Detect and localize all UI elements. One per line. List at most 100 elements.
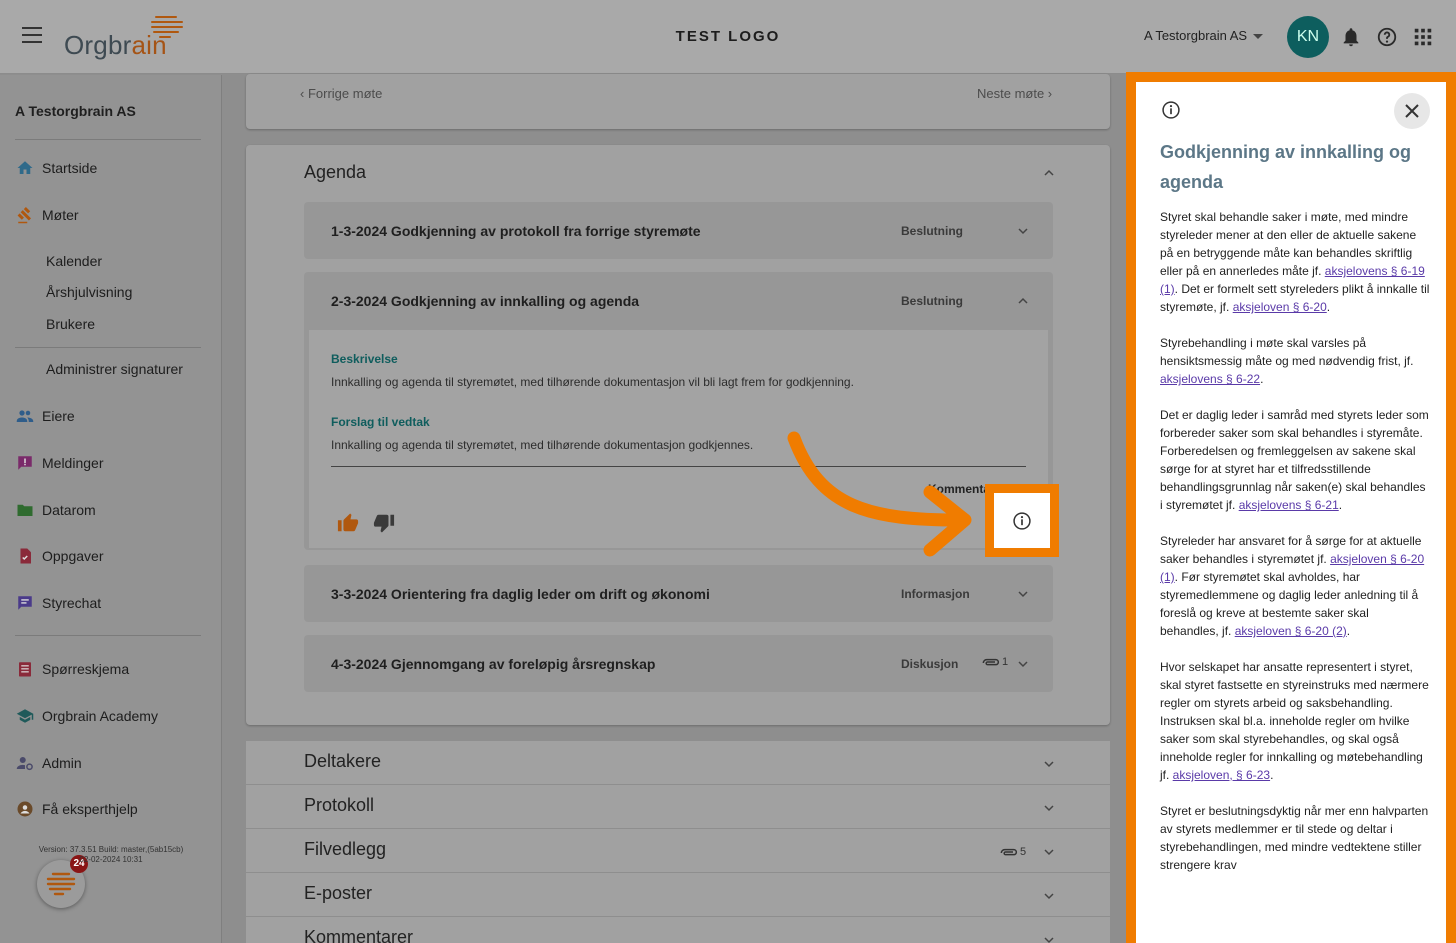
- sidebar-item-kalender[interactable]: Kalender: [46, 253, 102, 269]
- sidebar-item-eiere[interactable]: Eiere: [16, 407, 75, 425]
- sidebar-item-startside[interactable]: Startside: [16, 159, 97, 177]
- panel-body: Styret skal behandle saker i møte, med m…: [1160, 208, 1430, 892]
- info-icon[interactable]: [1012, 511, 1032, 531]
- apps-grid-icon[interactable]: [1412, 26, 1434, 48]
- attachment-icon: [982, 658, 1000, 666]
- description-heading: Beskrivelse: [331, 352, 398, 366]
- panel-paragraph: Styreleder har ansvaret for å sørge for …: [1160, 534, 1425, 638]
- sidebar-item-styrechat[interactable]: Styrechat: [16, 594, 101, 612]
- next-meeting-link[interactable]: Neste møte ›: [977, 86, 1052, 101]
- sidebar-item-brukere[interactable]: Brukere: [46, 316, 95, 332]
- section-label: Deltakere: [304, 751, 382, 771]
- agenda-item-type: Beslutning: [901, 224, 963, 238]
- law-link[interactable]: aksjelovens § 6-22: [1160, 372, 1260, 386]
- sidebar-item-admin[interactable]: Admin: [16, 754, 82, 772]
- section-filvedlegg[interactable]: Filvedlegg 5: [246, 829, 1110, 873]
- message-alert-icon: [18, 456, 32, 470]
- panel-paragraph: Hvor selskapet har ansatte representert …: [1160, 660, 1429, 782]
- section-deltakere[interactable]: Deltakere: [246, 741, 1110, 785]
- info-button-highlight[interactable]: [985, 484, 1059, 557]
- divider: [15, 347, 201, 348]
- sidebar-item-datarom[interactable]: Datarom: [16, 501, 96, 519]
- chevron-down-icon[interactable]: [1044, 935, 1054, 943]
- gavel-icon: [17, 206, 31, 224]
- law-link[interactable]: aksjeloven, § 6-23: [1173, 768, 1270, 782]
- chevron-down-icon[interactable]: [1044, 803, 1054, 813]
- info-icon: [1162, 101, 1180, 119]
- chevron-up-icon[interactable]: [1018, 296, 1028, 306]
- chevron-down-icon[interactable]: [1044, 847, 1054, 857]
- task-icon: [20, 548, 31, 564]
- law-link[interactable]: aksjelovens § 6-21: [1239, 498, 1339, 512]
- chevron-down-icon[interactable]: [1018, 589, 1028, 599]
- sidebar-item-academy[interactable]: Orgbrain Academy: [16, 707, 158, 725]
- version-info: Version: 37.3.51 Build: master,(5ab15cb)…: [38, 845, 184, 864]
- admin-settings-icon: [16, 757, 33, 771]
- panel-paragraph: Det er daglig leder i samråd med styrets…: [1160, 408, 1429, 512]
- law-link[interactable]: aksjeloven § 6-20 (2): [1235, 624, 1347, 638]
- thumbs-down-icon[interactable]: [373, 512, 395, 534]
- section-label: Filvedlegg: [304, 839, 387, 859]
- meeting-nav-card: [246, 74, 1110, 129]
- sidebar: A Testorgbrain AS Startside Møter Kalend…: [0, 75, 222, 943]
- top-bar: Orgbrain TEST LOGO A Testorgbrain AS KN: [0, 0, 1456, 74]
- sidebar-item-ekspert[interactable]: Få eksperthjelp: [16, 800, 138, 818]
- agenda-item-title: 1-3-2024 Godkjenning av protokoll fra fo…: [331, 223, 701, 239]
- sidebar-org-name: A Testorgbrain AS: [15, 103, 136, 119]
- school-icon: [16, 709, 34, 723]
- agenda-heading: Agenda: [304, 162, 367, 182]
- sidebar-item-sporreskjema[interactable]: Spørreskjema: [16, 660, 129, 678]
- chevron-down-icon[interactable]: [1018, 226, 1028, 236]
- home-icon: [17, 161, 33, 174]
- divider: [15, 139, 201, 140]
- agenda-item[interactable]: 3-3-2024 Orientering fra daglig leder om…: [304, 565, 1053, 622]
- section-eposter[interactable]: E-poster: [246, 873, 1110, 917]
- panel-paragraph: Styret skal behandle saker i møte, med m…: [1160, 210, 1430, 314]
- agenda-item-title[interactable]: 2-3-2024 Godkjenning av innkalling og ag…: [331, 293, 639, 309]
- caret-down-icon: [1253, 34, 1264, 40]
- sidebar-item-signaturer[interactable]: Administrer signaturer: [46, 361, 183, 377]
- proposal-heading: Forslag til vedtak: [331, 415, 430, 429]
- agenda-item-title: 3-3-2024 Orientering fra daglig leder om…: [331, 586, 710, 602]
- chevron-up-icon[interactable]: [1044, 168, 1054, 178]
- section-label: Kommentarer: [304, 927, 414, 943]
- survey-icon: [19, 662, 31, 677]
- proposal-text: Innkalling og agenda til styremøtet, med…: [331, 438, 754, 452]
- help-icon[interactable]: [1376, 26, 1398, 48]
- attachment-count: 5: [1020, 846, 1027, 858]
- sidebar-item-moter[interactable]: Møter: [16, 206, 79, 224]
- section-kommentarer[interactable]: Kommentarer: [246, 917, 1110, 943]
- chat-icon: [18, 596, 32, 610]
- agenda-item[interactable]: 4-3-2024 Gjennomgang av foreløpig årsreg…: [304, 635, 1053, 692]
- section-label: E-poster: [304, 883, 373, 903]
- description-text: Innkalling og agenda til styremøtet, med…: [331, 375, 854, 389]
- chevron-down-icon[interactable]: [1018, 659, 1028, 669]
- agenda-item-type: Beslutning: [901, 294, 963, 308]
- attachment-count: 1: [1002, 656, 1009, 668]
- close-button[interactable]: [1394, 93, 1430, 129]
- divider: [15, 635, 201, 636]
- org-selector[interactable]: A Testorgbrain AS: [1144, 28, 1264, 43]
- panel-paragraph: Styrebehandling i møte skal varsles på h…: [1160, 336, 1414, 386]
- people-icon: [16, 410, 34, 422]
- previous-meeting-link[interactable]: ‹ Forrige møte: [300, 86, 382, 101]
- attachment-icon: [1000, 848, 1018, 856]
- agenda-item-type: Diskusjon: [901, 657, 959, 671]
- panel-paragraph: Styret er beslutningsdyktig når mer enn …: [1160, 804, 1429, 872]
- folder-icon: [17, 504, 33, 516]
- panel-title: Godkjenning av innkalling og agenda: [1160, 142, 1412, 192]
- sidebar-item-oppgaver[interactable]: Oppgaver: [16, 547, 103, 565]
- info-panel: Godkjenning av innkalling og agenda Styr…: [1136, 82, 1446, 943]
- expert-help-icon: [17, 801, 33, 817]
- chevron-down-icon[interactable]: [1044, 891, 1054, 901]
- tutorial-arrow-icon: [787, 431, 972, 557]
- section-protokoll[interactable]: Protokoll: [246, 785, 1110, 829]
- bell-icon[interactable]: [1340, 26, 1362, 48]
- sidebar-item-arshjul[interactable]: Årshjulvisning: [46, 284, 132, 300]
- law-link[interactable]: aksjeloven § 6-20: [1233, 300, 1327, 314]
- agenda-item[interactable]: 1-3-2024 Godkjenning av protokoll fra fo…: [304, 202, 1053, 259]
- thumbs-up-icon[interactable]: [337, 512, 359, 534]
- chevron-down-icon[interactable]: [1044, 759, 1054, 769]
- user-avatar[interactable]: KN: [1287, 16, 1329, 58]
- sidebar-item-meldinger[interactable]: Meldinger: [16, 454, 103, 472]
